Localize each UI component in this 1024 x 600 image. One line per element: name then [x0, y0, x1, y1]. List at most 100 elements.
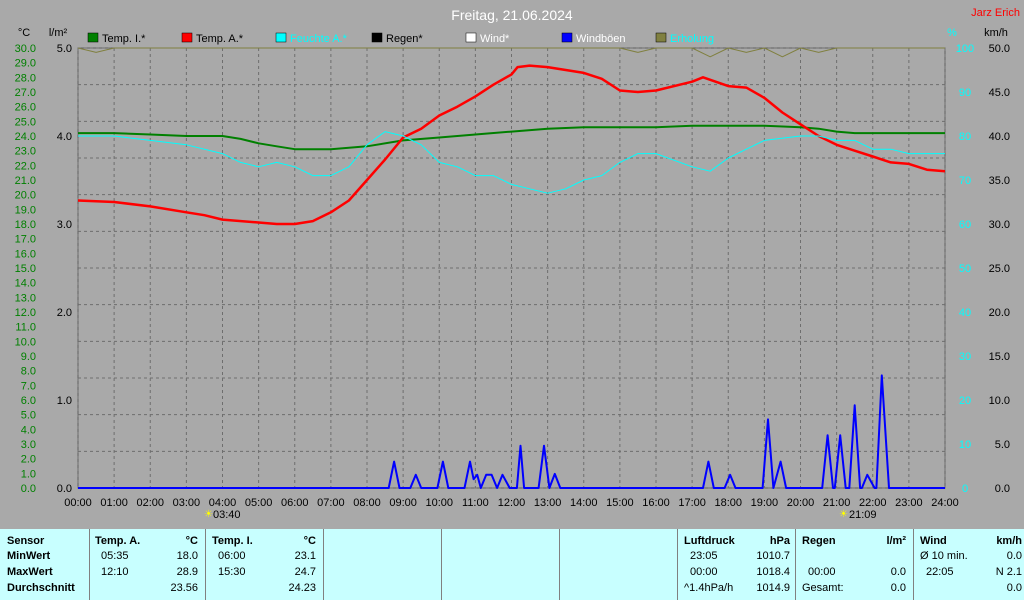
- temp-tick-label: 25.0: [15, 116, 36, 128]
- x-tick-label: 21:00: [823, 497, 851, 509]
- temp-tick-label: 10.0: [15, 336, 36, 348]
- temp-tick-label: 13.0: [15, 292, 36, 304]
- wind-unit: km/h: [996, 535, 1022, 547]
- x-tick-label: 24:00: [931, 497, 959, 509]
- temp-tick-label: 27.0: [15, 87, 36, 99]
- temp-i-max: 24.7: [294, 566, 316, 578]
- temp-tick-label: 28.0: [15, 72, 36, 84]
- legend-label: Feuchte A.*: [290, 33, 348, 45]
- legend-swatch: [181, 32, 193, 43]
- x-tick-label: 10:00: [425, 497, 453, 509]
- legend-label: Regen*: [386, 33, 423, 45]
- temp-a-avg: 23.56: [170, 582, 198, 594]
- x-tick-label: 03:00: [173, 497, 201, 509]
- wind-tick-label: 45.0: [989, 87, 1010, 99]
- x-tick-label: 13:00: [534, 497, 562, 509]
- legend-swatch: [87, 32, 99, 43]
- wind-r3: 0.0: [1006, 582, 1022, 594]
- temp-tick-label: 30.0: [15, 43, 36, 55]
- x-tick-label: 16:00: [642, 497, 670, 509]
- temp-i-header: Temp. I.: [212, 535, 253, 547]
- x-tick-label: 04:00: [209, 497, 237, 509]
- temp-tick-label: 26.0: [15, 102, 36, 114]
- temp-tick-label: 4.0: [21, 424, 36, 436]
- wind-tick-label: 50.0: [989, 43, 1010, 55]
- wind-tick-label: 15.0: [989, 351, 1010, 363]
- wind-tick-label: 30.0: [989, 219, 1010, 231]
- pct-tick-label: 60: [959, 219, 971, 231]
- temp-tick-label: 14.0: [15, 278, 36, 290]
- rain-total: 0.0: [890, 582, 906, 594]
- temp-a-header: Temp. A.: [95, 535, 141, 547]
- rain-total-label: Gesamt:: [802, 582, 844, 594]
- pressure-unit: hPa: [769, 535, 790, 547]
- sunrise-icon: ☀: [204, 509, 213, 520]
- pressure-header: Luftdruck: [684, 535, 735, 547]
- left-rain-unit: l/m²: [49, 27, 68, 39]
- temp-tick-label: 5.0: [21, 410, 36, 422]
- pct-tick-label: 50: [959, 263, 971, 275]
- x-tick-label: 18:00: [714, 497, 742, 509]
- temp-tick-label: 21.0: [15, 175, 36, 187]
- wind-tick-label: 0.0: [995, 483, 1010, 495]
- pct-tick-label: 40: [959, 307, 971, 319]
- pct-tick-label: 10: [959, 439, 971, 451]
- temp-tick-label: 2.0: [21, 454, 36, 466]
- wind-tick-label: 25.0: [989, 263, 1010, 275]
- rain-r2: 0.0: [890, 566, 906, 578]
- wind-tick-label: 40.0: [989, 131, 1010, 143]
- temp-tick-label: 11.0: [15, 322, 36, 334]
- temp-tick-label: 8.0: [21, 366, 36, 378]
- legend-swatch: [561, 32, 573, 43]
- temp-a-max: 28.9: [176, 566, 198, 578]
- temp-tick-label: 24.0: [15, 131, 36, 143]
- pct-tick-label: 100: [956, 43, 974, 55]
- temp-tick-label: 19.0: [15, 204, 36, 216]
- pct-tick-label: 70: [959, 175, 971, 187]
- x-tick-label: 22:00: [859, 497, 887, 509]
- rain-tick-label: 2.0: [57, 307, 72, 319]
- temp-i-min-time: 06:00: [218, 550, 246, 562]
- temp-i-avg: 24.23: [288, 582, 316, 594]
- temp-tick-label: 6.0: [21, 395, 36, 407]
- pressure-r1-time: 23:05: [690, 550, 718, 562]
- wind-avg: 0.0: [1006, 550, 1022, 562]
- x-tick-label: 20:00: [787, 497, 815, 509]
- rain-unit: l/m²: [886, 535, 906, 547]
- x-tick-label: 23:00: [895, 497, 923, 509]
- x-tick-label: 09:00: [389, 497, 417, 509]
- temp-i-min: 23.1: [294, 550, 316, 562]
- temp-tick-label: 9.0: [21, 351, 36, 363]
- wind-avg-label: Ø 10 min.: [920, 550, 968, 562]
- temp-tick-label: 23.0: [15, 146, 36, 158]
- wind-tick-label: 5.0: [995, 439, 1010, 451]
- pct-tick-label: 90: [959, 87, 971, 99]
- temp-tick-label: 22.0: [15, 160, 36, 172]
- pressure-trend: ^1.4hPa/h: [684, 582, 734, 594]
- legend-swatch: [655, 32, 667, 43]
- author-label: Jarz Erich: [971, 7, 1020, 19]
- rain-tick-label: 0.0: [57, 483, 72, 495]
- legend-label: Erholung: [670, 33, 714, 45]
- wind-tick-label: 10.0: [989, 395, 1010, 407]
- row-max-label: MaxWert: [7, 566, 53, 578]
- x-tick-label: 12:00: [498, 497, 526, 509]
- x-tick-label: 05:00: [245, 497, 273, 509]
- chart-grid: [77, 47, 946, 489]
- sensor-header: Sensor: [7, 535, 45, 547]
- wind-tick-label: 35.0: [989, 175, 1010, 187]
- right-wind-unit: km/h: [984, 27, 1008, 39]
- x-tick-label: 17:00: [678, 497, 706, 509]
- temp-a-min-time: 05:35: [101, 550, 129, 562]
- rain-tick-label: 1.0: [57, 395, 72, 407]
- temp-tick-label: 15.0: [15, 263, 36, 275]
- pressure-r3: 1014.9: [756, 582, 790, 594]
- pct-tick-label: 30: [959, 351, 971, 363]
- row-avg-label: Durchschnitt: [7, 582, 75, 594]
- rain-tick-label: 3.0: [57, 219, 72, 231]
- temp-tick-label: 12.0: [15, 307, 36, 319]
- temp-i-unit: °C: [303, 535, 316, 547]
- x-tick-label: 08:00: [353, 497, 381, 509]
- x-tick-label: 15:00: [606, 497, 634, 509]
- chart-title: Freitag, 21.06.2024: [451, 7, 573, 23]
